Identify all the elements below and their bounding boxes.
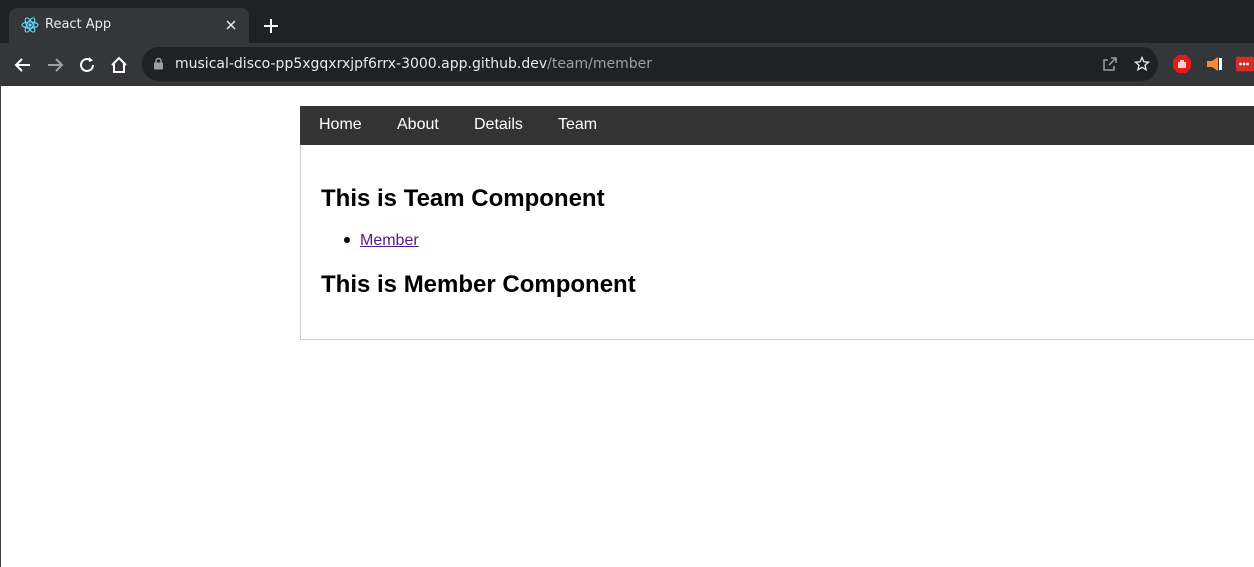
url-path: /team/member xyxy=(547,56,653,72)
back-icon[interactable] xyxy=(10,52,36,78)
team-heading: This is Team Component xyxy=(321,185,605,212)
nav-about-link[interactable]: About xyxy=(397,116,439,134)
nav-details-link[interactable]: Details xyxy=(474,116,523,134)
react-atom-icon xyxy=(21,16,39,34)
top-nav: Home About Details Team xyxy=(300,106,1254,145)
member-link[interactable]: Member xyxy=(360,232,419,249)
home-icon[interactable] xyxy=(106,52,132,78)
nav-home-link[interactable]: Home xyxy=(319,116,362,134)
close-icon[interactable] xyxy=(221,15,241,35)
member-heading: This is Member Component xyxy=(321,271,636,298)
url-text: musical-disco-pp5xgqxrxjpf6rrx-3000.app.… xyxy=(175,56,652,72)
extension-icon[interactable] xyxy=(1204,54,1224,74)
browser-tab[interactable]: React App xyxy=(9,8,249,43)
reload-icon[interactable] xyxy=(74,52,100,78)
tab-strip: React App xyxy=(0,0,1254,43)
nav-team-link[interactable]: Team xyxy=(558,116,597,134)
page-viewport: Home About Details Team This is Team Com… xyxy=(0,86,1254,567)
new-tab-icon[interactable] xyxy=(260,15,282,37)
list-item: Member xyxy=(344,232,419,250)
browser-toolbar: musical-disco-pp5xgqxrxjpf6rrx-3000.app.… xyxy=(0,43,1254,86)
bullet xyxy=(344,236,350,243)
team-link-list: Member xyxy=(344,232,419,250)
tab-title: React App xyxy=(45,17,112,32)
lock-icon[interactable] xyxy=(153,57,164,75)
url-host: musical-disco-pp5xgqxrxjpf6rrx-3000.app.… xyxy=(175,56,548,72)
share-icon[interactable] xyxy=(1101,55,1119,73)
app-container: Home About Details Team This is Team Com… xyxy=(300,106,1254,340)
lastpass-icon[interactable] xyxy=(1236,54,1254,74)
address-bar[interactable]: musical-disco-pp5xgqxrxjpf6rrx-3000.app.… xyxy=(142,47,1158,81)
forward-icon[interactable] xyxy=(42,52,68,78)
star-icon[interactable] xyxy=(1133,55,1151,73)
adblock-icon[interactable] xyxy=(1172,54,1192,74)
